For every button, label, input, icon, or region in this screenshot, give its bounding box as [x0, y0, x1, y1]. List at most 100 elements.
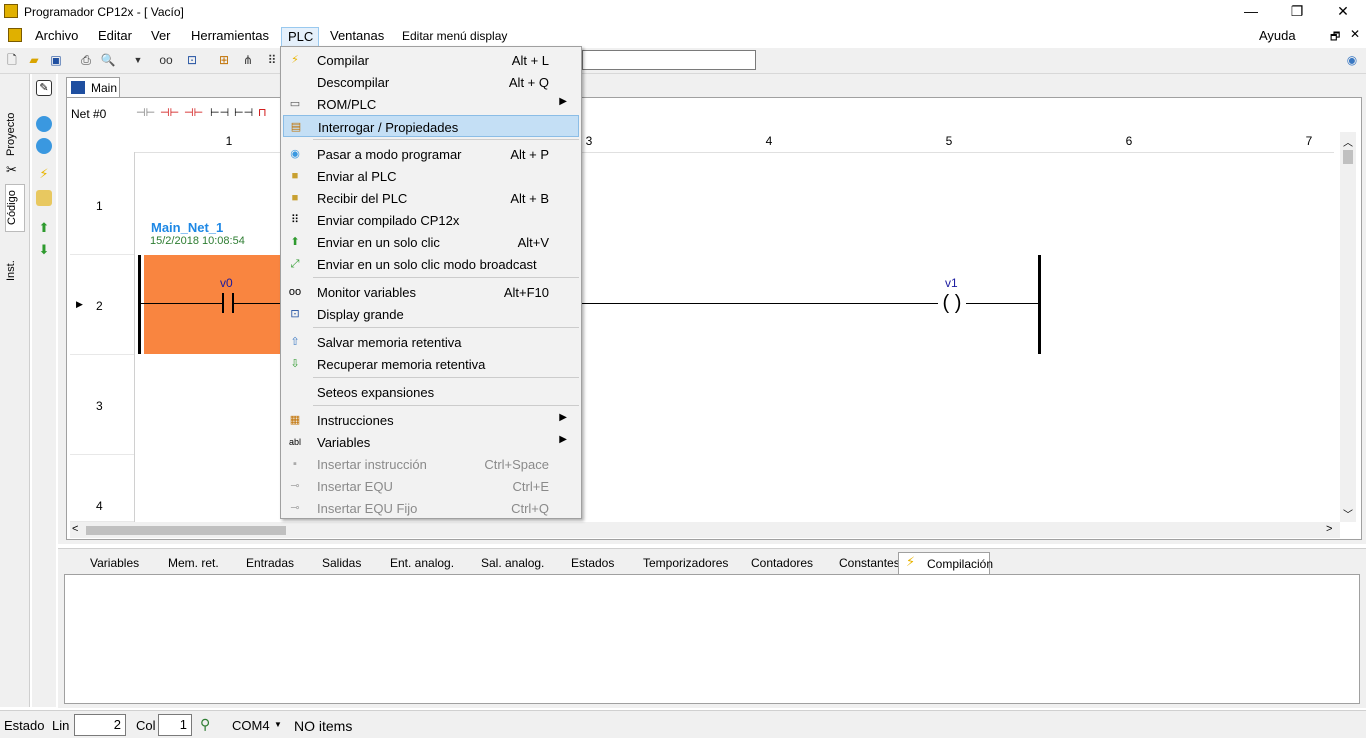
menu-monitor-variables[interactable]: oo Monitor variables Alt+F10 [283, 281, 579, 303]
menu-rom-plc[interactable]: ▭ ROM/PLC ▶ [283, 93, 579, 115]
menu-enviar-un-clic[interactable]: ⬆ Enviar en un solo clic Alt+V [283, 231, 579, 253]
tab-constantes[interactable]: Constantes [819, 552, 900, 574]
horizontal-scrollbar[interactable]: < > [70, 522, 1340, 538]
send-package-icon[interactable] [36, 190, 52, 206]
menu-variables[interactable]: abl Variables ▶ [283, 431, 579, 453]
scroll-down-icon[interactable]: ﹀ [1343, 506, 1353, 521]
menu-separator [313, 277, 579, 278]
zoom-icon[interactable]: ⊡ [184, 52, 200, 68]
wire-tool-icon[interactable]: ⊢⊣ [234, 106, 253, 119]
menu-ayuda[interactable]: Ayuda [1257, 27, 1298, 47]
menu-editar-display[interactable]: Editar menú display [400, 27, 509, 47]
stop-icon[interactable] [36, 138, 52, 154]
tab-entradas[interactable]: Entradas [226, 552, 294, 574]
status-col-field[interactable]: 1 [158, 714, 192, 736]
vertical-scrollbar[interactable]: ︿ ﹀ [1340, 132, 1356, 522]
branch-tool-icon[interactable]: ⊢⊣ [210, 106, 229, 119]
network-icon[interactable]: ⋔ [240, 52, 256, 68]
tab-contadores[interactable]: Contadores [731, 552, 813, 574]
menu-descompilar[interactable]: Descompilar Alt + Q [283, 71, 579, 93]
scroll-up-icon[interactable]: ︿ [1343, 134, 1353, 149]
menu-archivo[interactable]: Archivo [33, 27, 80, 47]
menu-herramientas[interactable]: Herramientas [189, 27, 271, 47]
run-icon[interactable] [36, 116, 52, 132]
download-icon[interactable]: ⬇ [36, 242, 52, 258]
open-folder-icon[interactable]: ▰ [26, 52, 42, 68]
grid-icon[interactable]: ⠿ [264, 52, 280, 68]
lightning-icon[interactable]: ⚡ [36, 166, 52, 182]
tab-variables[interactable]: Variables [70, 552, 139, 574]
menu-recibir-del-plc[interactable]: ■ Recibir del PLC Alt + B [283, 187, 579, 209]
status-lin-field[interactable]: 2 [74, 714, 126, 736]
maximize-button[interactable]: ❐ [1274, 0, 1320, 24]
tab-proyecto[interactable]: Proyecto [5, 106, 25, 162]
menu-ventanas[interactable]: Ventanas [328, 27, 386, 47]
menu-instrucciones[interactable]: ▦ Instrucciones ▶ [283, 409, 579, 431]
tab-main[interactable]: Main [66, 77, 120, 97]
selected-contact-cell[interactable] [144, 255, 281, 354]
row-header-3[interactable]: 3 [70, 355, 134, 455]
parallel-tool-icon[interactable]: ⊣⊢ [184, 106, 203, 119]
save-icon[interactable]: ▣ [48, 52, 64, 68]
tree-icon[interactable]: ⊞ [216, 52, 232, 68]
scroll-right-icon[interactable]: > [1326, 523, 1332, 535]
contact-tool-icon[interactable]: ⊣⊢ [136, 106, 155, 119]
rung-wire-right [582, 303, 1040, 304]
tab-salidas[interactable]: Salidas [302, 552, 361, 574]
menu-seteos-expansiones[interactable]: Seteos expansiones [283, 381, 579, 403]
print-icon[interactable]: ⎙ [78, 52, 94, 68]
minimize-button[interactable]: — [1228, 0, 1274, 24]
mdi-close-icon[interactable]: ✕ [1350, 27, 1360, 41]
tab-estados[interactable]: Estados [551, 552, 614, 574]
row-header-4[interactable]: 4 [70, 455, 134, 522]
restore-mem-icon: ⇩ [290, 358, 300, 370]
mdi-app-icon[interactable] [8, 28, 22, 42]
row-header-2[interactable]: ▶ 2 [70, 255, 134, 355]
glasses-icon[interactable]: oo [158, 52, 174, 68]
menu-display-grande[interactable]: ⊡ Display grande [283, 303, 579, 325]
tools-icon[interactable]: ✂ [6, 162, 22, 178]
menu-plc[interactable]: PLC [281, 27, 319, 47]
tab-codigo[interactable]: Código [5, 184, 25, 232]
print-preview-icon[interactable]: 🔍 [100, 52, 116, 68]
upload-icon[interactable]: ⬆ [36, 220, 52, 236]
h-scroll-thumb[interactable] [86, 526, 286, 535]
compilation-output[interactable] [64, 574, 1360, 704]
toolbar-search-input[interactable] [582, 50, 756, 70]
menu-interrogar-propiedades[interactable]: ▤ Interrogar / Propiedades [283, 115, 579, 137]
tab-inst[interactable]: Inst. [5, 254, 25, 288]
dropdown-arrow-icon[interactable]: ▼ [130, 52, 146, 68]
menu-enviar-compilado[interactable]: ⠿ Enviar compilado CP12x [283, 209, 579, 231]
menu-ver[interactable]: Ver [149, 27, 173, 47]
contact-no-icon[interactable] [222, 293, 234, 313]
tab-ent-analog[interactable]: Ent. analog. [370, 552, 454, 574]
menu-enviar-al-plc[interactable]: ■ Enviar al PLC [283, 165, 579, 187]
menu-pasar-modo-programar[interactable]: ◉ Pasar a modo programar Alt + P [283, 143, 579, 165]
receive-icon: ■ [291, 192, 299, 204]
toolbar: 🗋 ▰ ▣ ⎙ 🔍 ▼ oo ⊡ ⊞ ⋔ ⠿ ◉ [0, 48, 1366, 74]
contact-variable-label: v0 [220, 276, 233, 290]
contact-nc-tool-icon[interactable]: ⊣⊢ [160, 106, 179, 119]
menu-compilar[interactable]: ⚡ Compilar Alt + L [283, 49, 579, 71]
tab-sal-analog[interactable]: Sal. analog. [461, 552, 544, 574]
coil-tool-icon[interactable]: ⊓ [258, 106, 267, 119]
tab-temporizadores[interactable]: Temporizadores [623, 552, 728, 574]
pin-icon[interactable]: ✎ [36, 80, 52, 96]
row-header-1[interactable]: 1 [70, 155, 134, 255]
menu-editar[interactable]: Editar [96, 27, 134, 47]
close-button[interactable]: ✕ [1320, 0, 1366, 24]
menu-salvar-memoria[interactable]: ⇧ Salvar memoria retentiva [283, 331, 579, 353]
com-port-dropdown[interactable]: COM4 [232, 718, 270, 733]
chevron-down-icon[interactable]: ▼ [274, 720, 282, 729]
tab-mem-ret[interactable]: Mem. ret. [148, 552, 219, 574]
mdi-restore-icon[interactable]: 🗗 [1330, 28, 1340, 47]
menu-enviar-broadcast[interactable]: ⤢ Enviar en un solo clic modo broadcast [283, 253, 579, 275]
scroll-left-icon[interactable]: < [72, 523, 78, 535]
connection-plug-icon[interactable]: ⚲ [200, 716, 210, 733]
new-file-icon[interactable]: 🗋 [4, 52, 20, 68]
menu-recuperar-memoria[interactable]: ⇩ Recuperar memoria retentiva [283, 353, 579, 375]
coil-icon[interactable]: ( ) [938, 293, 966, 315]
globe-icon[interactable]: ◉ [1344, 52, 1360, 68]
scroll-thumb[interactable] [1343, 150, 1353, 164]
interrogate-icon: ▤ [290, 121, 302, 133]
